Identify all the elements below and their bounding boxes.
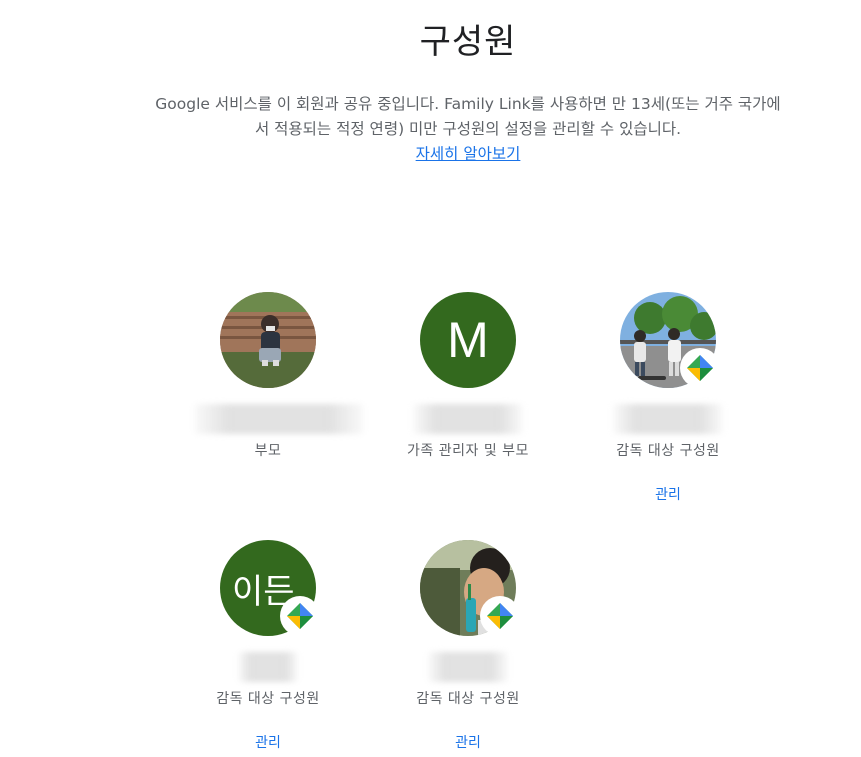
member-card: 이든 감독 대상 구성원 관리 xyxy=(168,540,368,752)
child-photo-icon xyxy=(220,292,316,388)
manage-link[interactable]: 관리 xyxy=(568,484,768,504)
blurred-name xyxy=(194,404,364,434)
blurred-name xyxy=(238,652,298,682)
intro-text: Google 서비스를 이 회원과 공유 중입니다. Family Link를 … xyxy=(150,92,786,167)
avatar[interactable]: 이든 xyxy=(220,540,320,636)
member-card: 부모 xyxy=(168,292,368,460)
avatar[interactable] xyxy=(220,292,316,388)
member-role: 가족 관리자 및 부모 xyxy=(407,443,529,459)
page-title: 구성원 xyxy=(419,22,517,62)
family-link-icon xyxy=(480,596,520,636)
intro-description: Google 서비스를 이 회원과 공유 중입니다. Family Link를 … xyxy=(155,95,781,138)
blurred-name xyxy=(413,404,523,434)
family-link-icon xyxy=(680,348,720,388)
blurred-name xyxy=(613,404,723,434)
family-link-logo-icon xyxy=(687,355,713,381)
family-link-logo-icon xyxy=(487,603,513,629)
member-role: 감독 대상 구성원 xyxy=(416,691,520,707)
manage-link[interactable]: 관리 xyxy=(368,732,568,752)
avatar[interactable] xyxy=(620,292,720,388)
avatar[interactable] xyxy=(420,540,520,636)
member-card: 감독 대상 구성원 관리 xyxy=(568,292,768,504)
family-link-logo-icon xyxy=(287,603,313,629)
member-card: M 가족 관리자 및 부모 xyxy=(368,292,568,460)
blurred-name xyxy=(428,652,508,682)
avatar[interactable]: M xyxy=(420,292,516,388)
member-card: 감독 대상 구성원 관리 xyxy=(368,540,568,752)
avatar-initial: M xyxy=(447,312,489,368)
member-role: 감독 대상 구성원 xyxy=(616,443,720,459)
manage-link[interactable]: 관리 xyxy=(168,732,368,752)
member-role: 감독 대상 구성원 xyxy=(216,691,320,707)
learn-more-link[interactable]: 자세히 알아보기 xyxy=(416,145,521,163)
member-role: 부모 xyxy=(254,443,282,459)
family-link-icon xyxy=(280,596,320,636)
